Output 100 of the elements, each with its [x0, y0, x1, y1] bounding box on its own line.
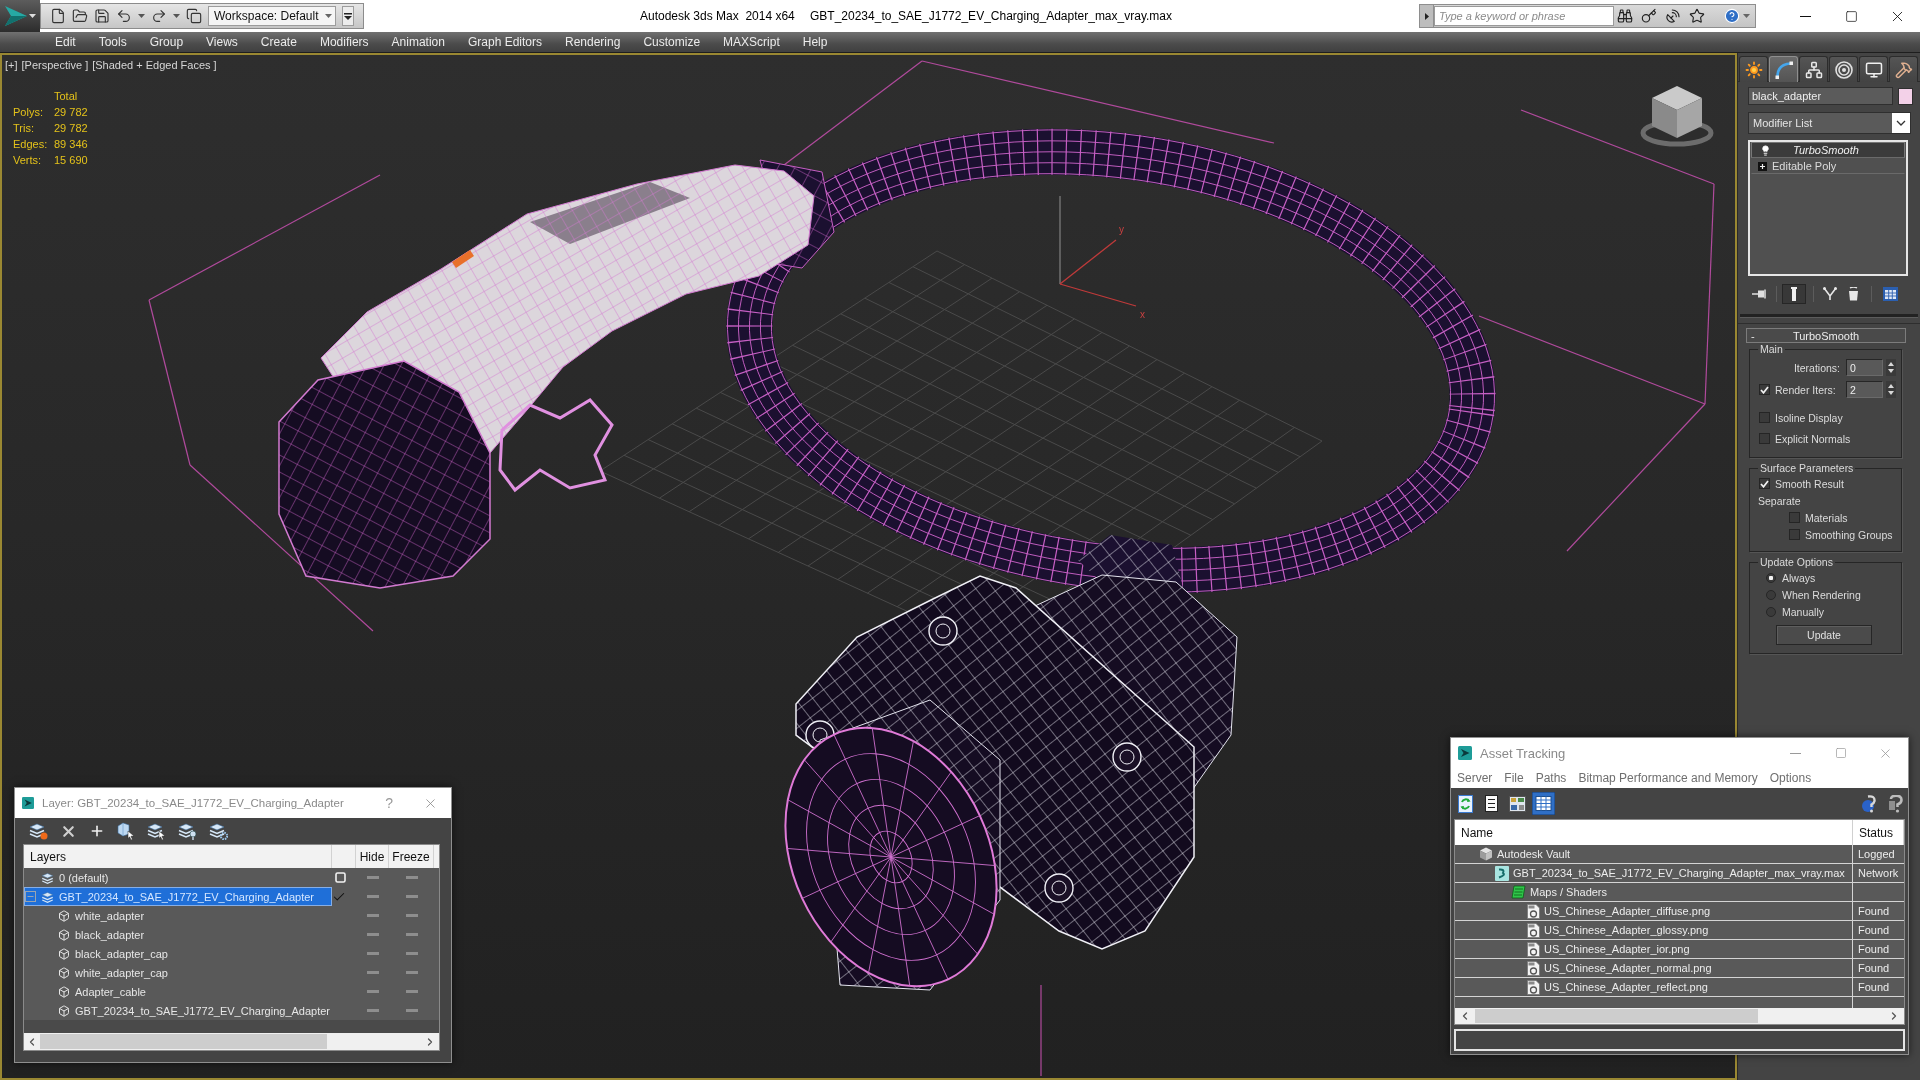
menu-item[interactable]: Help [802, 35, 828, 49]
asset-item[interactable]: US_Chinese_Adapter_diffuse.png [1455, 902, 1853, 920]
menu-item[interactable]: Modifiers [319, 35, 369, 49]
menu-item[interactable]: Tools [98, 35, 127, 49]
asset-item[interactable]: US_Chinese_Adapter_normal.png [1455, 959, 1853, 977]
update-button[interactable]: Update [1776, 625, 1872, 645]
menu-item[interactable]: Paths [1535, 771, 1567, 785]
add-icon[interactable] [89, 823, 105, 839]
documents-icon[interactable] [186, 8, 202, 24]
color-swatch-icon[interactable] [1898, 87, 1913, 105]
radio-button[interactable] [1766, 572, 1776, 583]
spinner-arrows-icon[interactable] [1886, 359, 1896, 376]
search-field[interactable]: Type a keyword or phrase [1434, 6, 1614, 26]
checkbox[interactable] [1759, 433, 1770, 444]
asset-item[interactable]: Maps / Shaders [1455, 883, 1853, 901]
menu-item[interactable]: Views [206, 35, 238, 49]
layer-item[interactable]: GBT_20234_to_SAE_J1772_EV_Charging_Adapter [24, 887, 332, 906]
satellite-dish-icon[interactable] [1665, 8, 1681, 24]
bucket-icon[interactable] [1848, 287, 1859, 301]
viewport-label[interactable]: [+] [5, 59, 18, 71]
menu-item[interactable]: Animation [391, 35, 445, 49]
horizontal-scrollbar[interactable] [1455, 1008, 1904, 1024]
redo-icon[interactable] [151, 8, 167, 24]
checkbox[interactable] [1759, 384, 1770, 395]
open-folder-icon[interactable] [72, 8, 88, 24]
scrollbar-thumb[interactable] [40, 1034, 327, 1049]
radio-button[interactable] [1766, 606, 1776, 617]
menu-item[interactable]: File [1504, 771, 1524, 785]
viewport-label[interactable]: [Shaded + Edged Faces ] [92, 59, 217, 71]
asset-item[interactable]: Autodesk Vault [1455, 845, 1853, 863]
viewcube-icon[interactable] [1640, 86, 1714, 147]
asset-item[interactable]: US_Chinese_Adapter_reflect.png [1455, 978, 1853, 996]
column-header[interactable]: Layers [24, 845, 332, 868]
viewport-label[interactable]: [Perspective ] [21, 59, 89, 71]
binoculars-icon[interactable] [1617, 8, 1633, 24]
asset-item[interactable]: GBT_20234_to_SAE_J1772_EV_Charging_Adapter_max_vray.max [1455, 864, 1853, 882]
radio-button[interactable] [1766, 589, 1776, 600]
new-file-icon[interactable] [50, 8, 66, 24]
workspace-dropdown[interactable]: Workspace: Default [208, 6, 336, 26]
new-layer-icon[interactable] [29, 822, 48, 840]
layer-item[interactable]: GBT_20234_to_SAE_J1772_EV_Charging_Adapter [24, 1001, 332, 1020]
caret-icon[interactable] [138, 14, 145, 18]
cube-cursor-icon[interactable] [117, 822, 135, 840]
collapse-toggle[interactable]: - [1751, 329, 1761, 342]
list-icon[interactable] [1484, 795, 1498, 812]
layer-item[interactable]: Adapter_cable [24, 982, 332, 1001]
scrollbar-thumb[interactable] [1475, 1009, 1758, 1023]
command-tab[interactable] [1889, 56, 1918, 82]
menu-item[interactable]: Options [1769, 771, 1812, 785]
command-tab[interactable] [1859, 56, 1888, 82]
key-icon[interactable] [1641, 8, 1657, 24]
horizontal-scrollbar[interactable] [24, 1033, 439, 1050]
column-header[interactable]: Freeze [389, 845, 434, 868]
column-header[interactable]: Hide [356, 845, 389, 868]
expand-button[interactable] [1420, 5, 1434, 27]
modifier-item[interactable]: TurboSmooth [1751, 142, 1905, 158]
layer-item[interactable]: 0 (default) [24, 868, 332, 887]
command-tab[interactable] [1769, 56, 1798, 82]
menu-item[interactable]: Create [260, 35, 297, 49]
menu-item[interactable]: Customize [643, 35, 701, 49]
layer-item[interactable]: black_adapter_cap [24, 944, 332, 963]
fork-icon[interactable] [1823, 287, 1837, 301]
modifier-item[interactable]: Editable Poly [1751, 158, 1905, 174]
help-icon[interactable] [1888, 794, 1904, 813]
modifier-list-dropdown[interactable]: Modifier List [1748, 112, 1911, 134]
command-tab[interactable] [1829, 56, 1858, 82]
star-icon[interactable] [1689, 8, 1705, 24]
end-result-button[interactable] [1782, 284, 1806, 304]
checkbox[interactable] [1789, 512, 1800, 523]
thumbnail-icon[interactable] [1508, 795, 1526, 812]
column-header[interactable]: Name [1455, 820, 1853, 845]
checkbox[interactable] [1759, 478, 1770, 489]
command-tab[interactable] [1739, 56, 1768, 82]
menu-item[interactable]: Server [1457, 771, 1493, 785]
help-icon[interactable] [1724, 8, 1740, 24]
spinner-field[interactable]: 2 [1846, 381, 1883, 398]
application-button[interactable] [0, 0, 40, 32]
undo-icon[interactable] [116, 8, 132, 24]
asset-item[interactable]: US_Chinese_Adapter_glossy.png [1455, 921, 1853, 939]
spinner-arrows-icon[interactable] [1886, 381, 1896, 398]
caret-icon[interactable] [173, 14, 180, 18]
plus-box-icon[interactable] [1758, 161, 1767, 171]
spinner-field[interactable]: 0 [1846, 359, 1883, 376]
refresh-icon[interactable] [1457, 794, 1473, 813]
caret-icon[interactable] [1743, 14, 1750, 18]
menu-item[interactable]: Graph Editors [467, 35, 542, 49]
help-globe-icon[interactable] [1861, 794, 1879, 813]
lightbulb-icon[interactable] [1760, 144, 1771, 156]
menu-item[interactable]: Edit [55, 35, 76, 49]
object-name-field[interactable]: black_adapter [1748, 87, 1893, 105]
checkbox-icon[interactable] [335, 872, 346, 883]
checkbox[interactable] [1789, 529, 1800, 540]
menu-item[interactable]: MAXScript [723, 35, 780, 49]
table-icon[interactable] [1531, 792, 1555, 815]
layer-item[interactable]: white_adapter [24, 906, 332, 925]
command-tab[interactable] [1799, 56, 1828, 82]
asset-item[interactable]: US_Chinese_Adapter_ior.png [1455, 940, 1853, 958]
layers-pin-icon[interactable] [178, 822, 197, 840]
menu-item[interactable]: Group [149, 35, 184, 49]
pin-icon[interactable] [1752, 289, 1766, 299]
